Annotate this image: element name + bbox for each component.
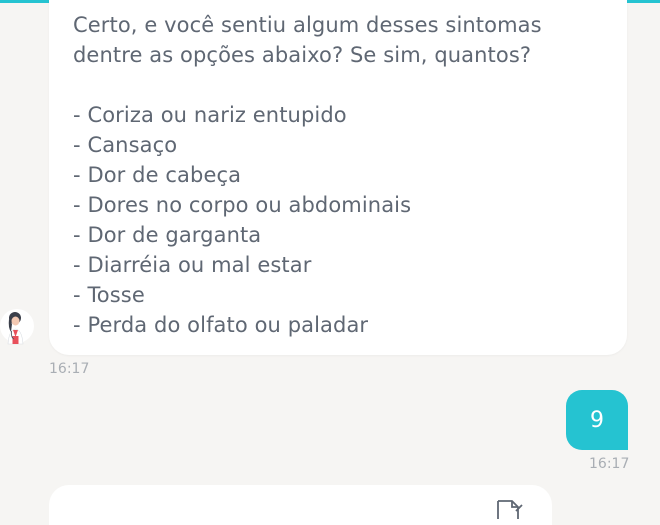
symptom-option: - Dor de garganta xyxy=(73,223,262,247)
document-icon xyxy=(496,499,524,519)
bot-message-bubble: Certo, e você sentiu algum desses sintom… xyxy=(49,0,627,355)
symptom-option: - Cansaço xyxy=(73,133,178,157)
bot-question-line-2: dentre as opções abaixo? Se sim, quantos… xyxy=(73,43,532,67)
user-message-text: 9 xyxy=(590,407,604,433)
symptom-option: - Perda do olfato ou paladar xyxy=(73,313,369,337)
symptom-option: - Coriza ou nariz entupido xyxy=(73,103,347,127)
symptom-option: - Dor de cabeça xyxy=(73,163,242,187)
message-spacer xyxy=(73,70,627,100)
symptom-option: - Diarréia ou mal estar xyxy=(73,253,312,277)
bot-question-line-1: Certo, e você sentiu algum desses sintom… xyxy=(73,13,542,37)
next-bot-message-bubble xyxy=(49,485,552,525)
doctor-avatar-icon xyxy=(0,306,34,346)
user-message-timestamp: 16:17 xyxy=(589,456,630,472)
bot-message-timestamp: 16:17 xyxy=(49,361,90,377)
symptom-option: - Dores no corpo ou abdominais xyxy=(73,193,412,217)
user-message-bubble: 9 xyxy=(566,390,628,450)
symptom-option: - Tosse xyxy=(73,283,145,307)
